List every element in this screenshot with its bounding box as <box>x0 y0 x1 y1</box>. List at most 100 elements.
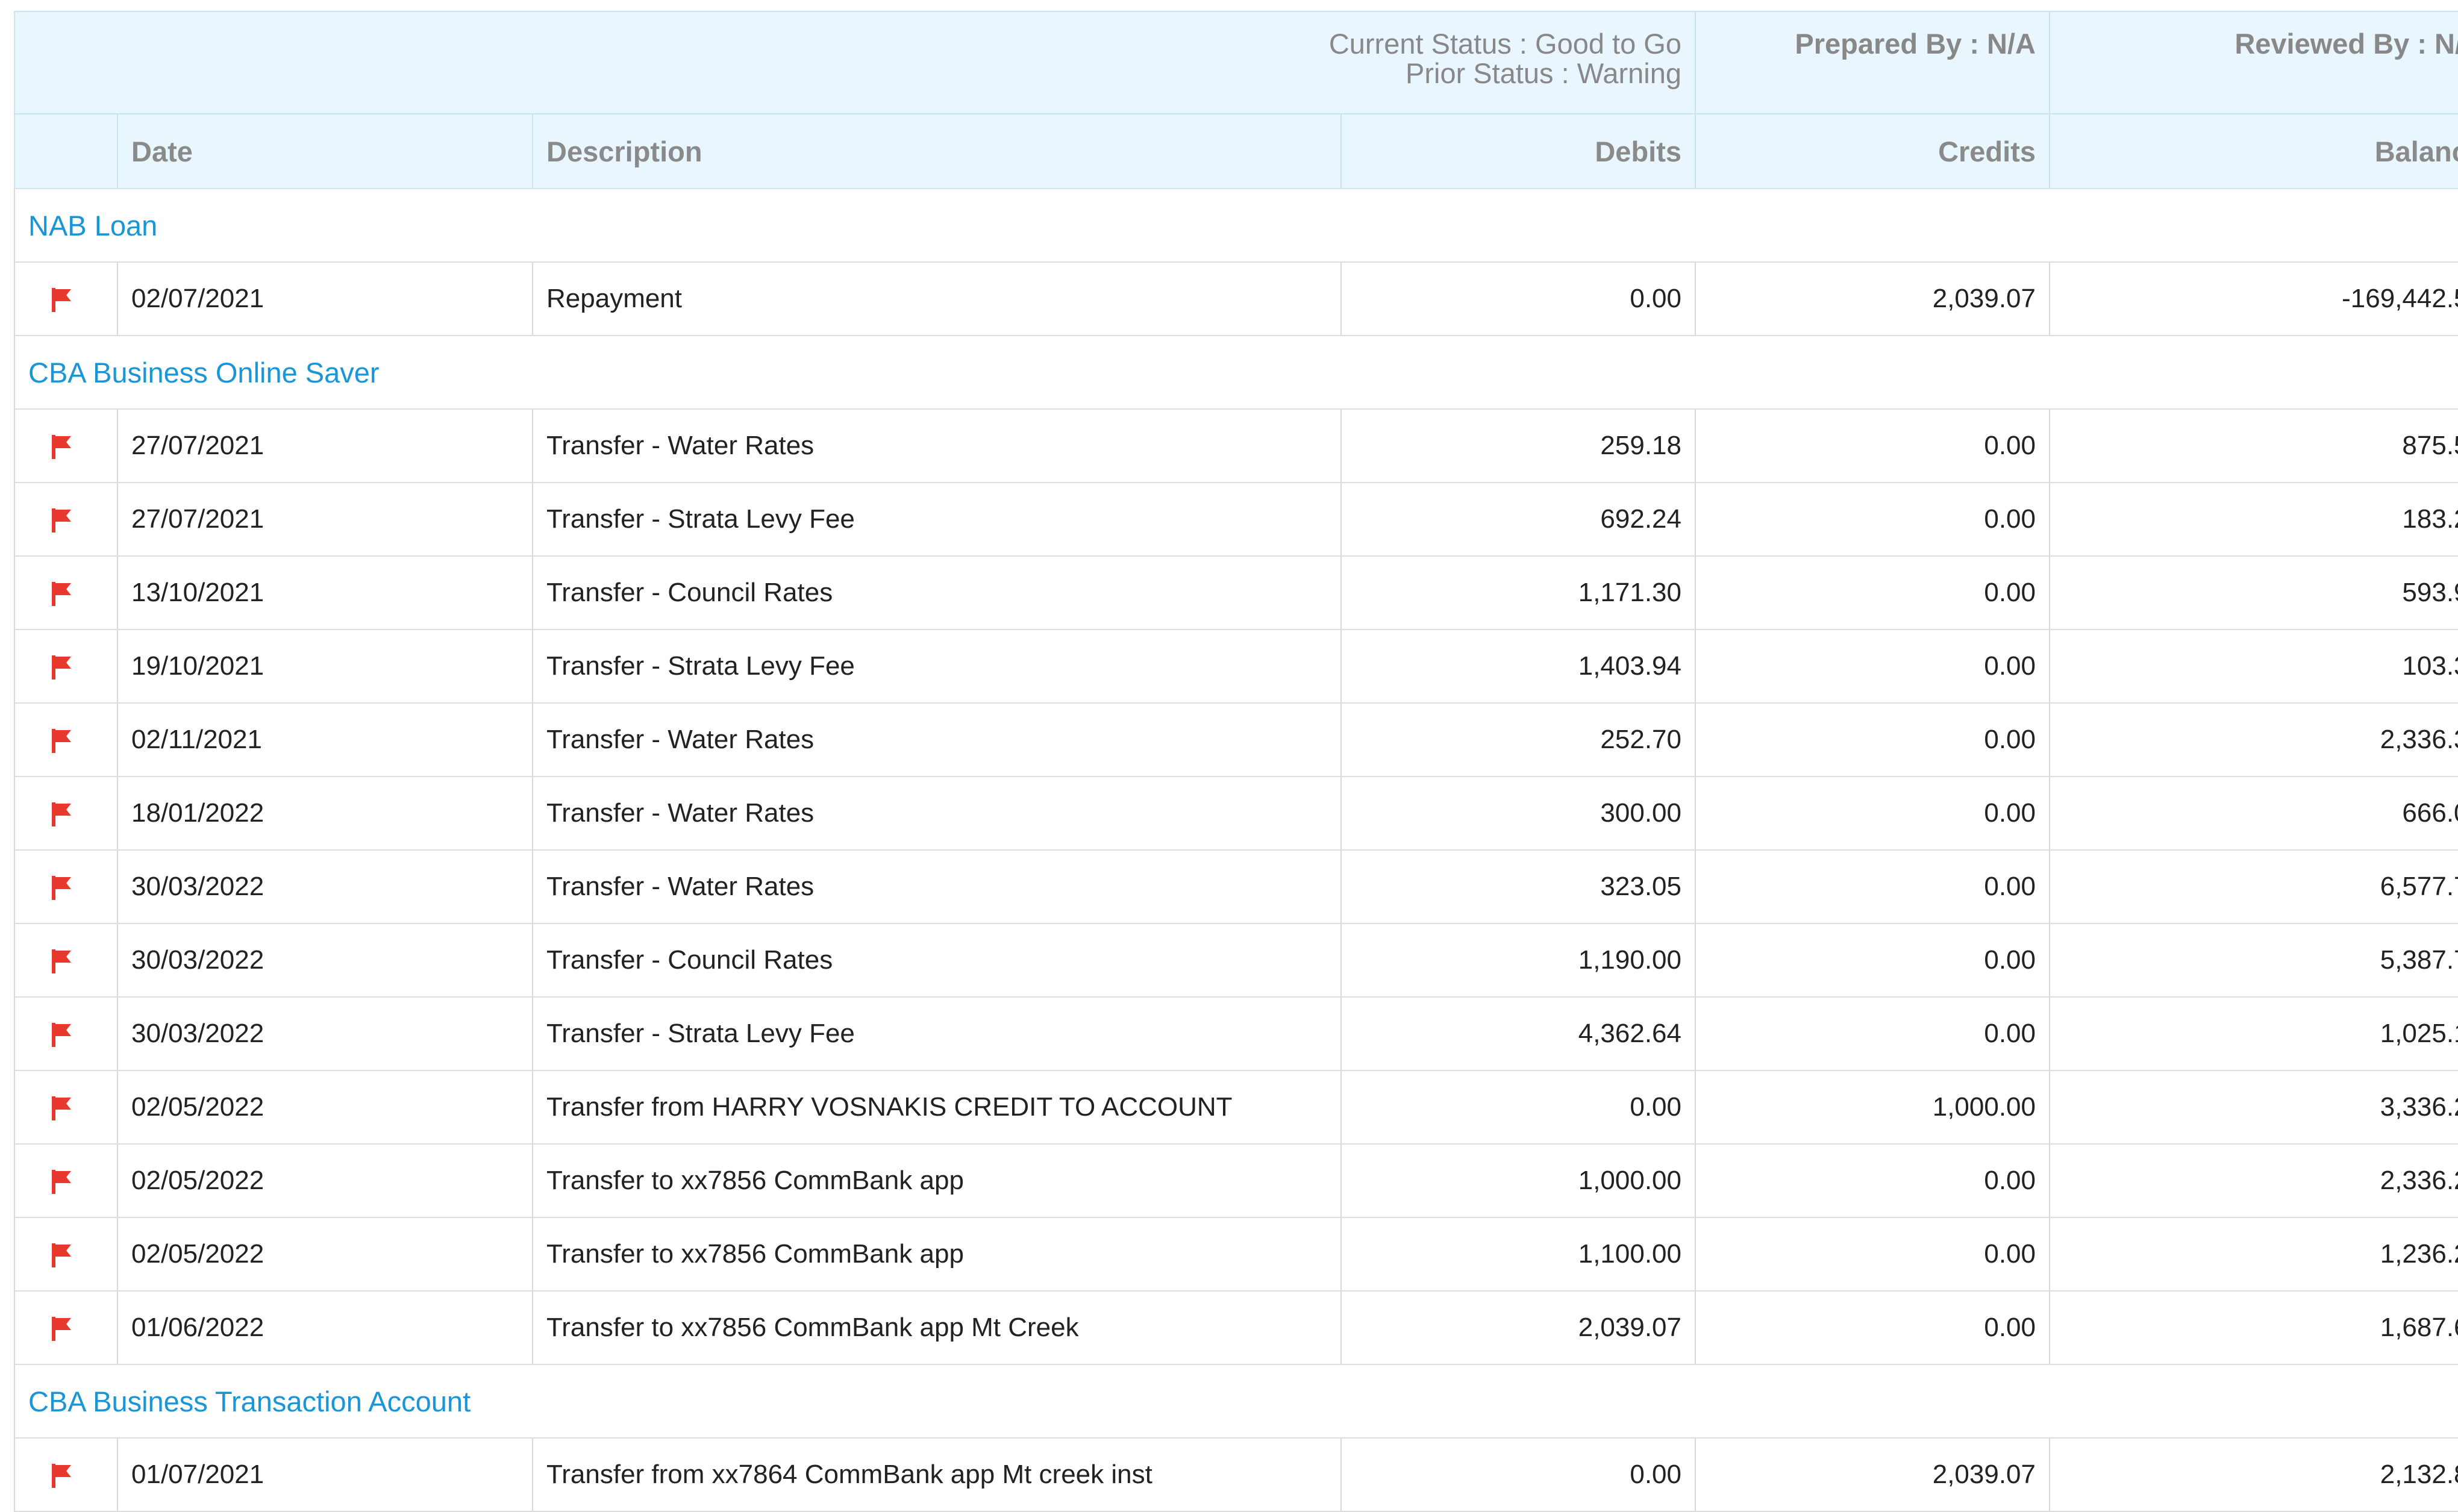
flag-icon[interactable] <box>49 948 73 975</box>
flag-icon[interactable] <box>49 1095 73 1122</box>
flag-icon[interactable] <box>49 507 73 534</box>
description-cell: Transfer - Council Rates <box>532 923 1341 998</box>
transactions-body: NAB Loan 02/07/2021 Repayment 0.00 2,039.07-… <box>14 189 2458 1512</box>
date-cell: 27/07/2021 <box>117 483 533 557</box>
credits-cell: 0.00 <box>1695 483 2050 557</box>
flag-icon[interactable] <box>49 801 73 828</box>
date-cell: 02/05/2022 <box>117 1217 533 1292</box>
date-cell: 27/07/2021 <box>117 409 533 483</box>
current-status: Current Status : Good to Go <box>1328 28 1681 60</box>
credits-cell: 1,000.00 <box>1695 1070 2050 1145</box>
debits-cell: 323.05 <box>1340 850 1695 924</box>
flag-icon[interactable] <box>49 287 73 313</box>
description-cell: Transfer - Strata Levy Fee <box>532 483 1341 557</box>
flag-icon[interactable] <box>49 654 73 681</box>
transaction-row[interactable]: 27/07/2021 Transfer - Water Rates 259.18 0.… <box>14 409 2458 483</box>
credits-cell: 0.00 <box>1695 850 2050 924</box>
balance-cell: 875.52 <box>2049 409 2458 483</box>
account-group-link[interactable]: NAB Loan <box>14 189 2458 263</box>
column-header-credits[interactable]: Credits <box>1695 114 2050 189</box>
credits-cell: 0.00 <box>1695 703 2050 777</box>
flag-cell[interactable] <box>14 556 117 630</box>
flag-icon[interactable] <box>49 434 73 460</box>
credits-cell: 0.00 <box>1695 997 2050 1071</box>
description-cell: Repayment <box>532 262 1341 336</box>
transaction-row[interactable]: 30/03/2022 Transfer - Strata Levy Fee 4,36… <box>14 997 2458 1071</box>
flag-cell[interactable] <box>14 483 117 557</box>
transactions-table: Current Status : Good to Go Prior Status… <box>14 11 2458 1512</box>
flag-icon[interactable] <box>49 1463 73 1489</box>
date-cell: 01/07/2021 <box>117 1438 533 1512</box>
flag-cell[interactable] <box>14 776 117 851</box>
column-header-debits[interactable]: Debits <box>1340 114 1695 189</box>
debits-cell: 259.18 <box>1340 409 1695 483</box>
flag-icon[interactable] <box>49 1316 73 1342</box>
flag-cell[interactable] <box>14 1291 117 1365</box>
prior-status: Prior Status : Warning <box>1406 57 1681 89</box>
flag-cell[interactable] <box>14 1070 117 1145</box>
credits-cell: 0.00 <box>1695 1291 2050 1365</box>
column-header-row: Date Description Debits Credits Balance <box>14 114 2458 189</box>
date-cell: 02/07/2021 <box>117 262 533 336</box>
date-cell: 18/01/2022 <box>117 776 533 851</box>
transaction-row[interactable]: 02/07/2021 Repayment 0.00 2,039.07 -169,442.… <box>14 262 2458 336</box>
flag-cell[interactable] <box>14 1144 117 1218</box>
balance-cell: -169,442.58 <box>2049 262 2458 336</box>
description-cell: Transfer to xx7856 CommBank app <box>532 1217 1341 1292</box>
transaction-row[interactable]: 30/03/2022 Transfer - Council Rates 1,190.… <box>14 923 2458 998</box>
account-group-row: NAB Loan <box>14 189 2458 263</box>
flag-cell[interactable] <box>14 409 117 483</box>
account-group-row: CBA Business Online Saver <box>14 336 2458 410</box>
description-cell: Transfer - Water Rates <box>532 776 1341 851</box>
column-header-date[interactable]: Date <box>117 114 533 189</box>
flag-cell[interactable] <box>14 850 117 924</box>
debits-cell: 1,100.00 <box>1340 1217 1695 1292</box>
flag-icon[interactable] <box>49 1242 73 1269</box>
transaction-row[interactable]: 19/10/2021 Transfer - Strata Levy Fee 1,40… <box>14 629 2458 704</box>
transaction-row[interactable]: 02/05/2022 Transfer to xx7856 CommBank ap… <box>14 1144 2458 1218</box>
flag-icon[interactable] <box>49 1169 73 1195</box>
flag-icon[interactable] <box>49 1022 73 1048</box>
balance-cell: 1,025.14 <box>2049 997 2458 1071</box>
balance-cell: 2,336.28 <box>2049 1144 2458 1218</box>
date-cell: 19/10/2021 <box>117 629 533 704</box>
transaction-row[interactable]: 27/07/2021 Transfer - Strata Levy Fee 692.… <box>14 483 2458 557</box>
debits-cell: 1,190.00 <box>1340 923 1695 998</box>
flag-icon[interactable] <box>49 581 73 607</box>
transaction-row[interactable]: 02/05/2022 Transfer from HARRY VOSNAKIS C… <box>14 1070 2458 1145</box>
balance-cell: 6,577.78 <box>2049 850 2458 924</box>
transaction-row[interactable]: 13/10/2021 Transfer - Council Rates 1,171.… <box>14 556 2458 630</box>
date-cell: 02/05/2022 <box>117 1070 533 1145</box>
transaction-row[interactable]: 01/06/2022 Transfer to xx7856 CommBank ap… <box>14 1291 2458 1365</box>
description-cell: Transfer - Water Rates <box>532 850 1341 924</box>
transaction-row[interactable]: 18/01/2022 Transfer - Water Rates 300.00 0.… <box>14 776 2458 851</box>
flag-cell[interactable] <box>14 997 117 1071</box>
flag-icon[interactable] <box>49 875 73 901</box>
transaction-row[interactable]: 01/07/2021 Transfer from xx7864 CommBank … <box>14 1438 2458 1512</box>
flag-cell[interactable] <box>14 703 117 777</box>
transaction-row[interactable]: 02/05/2022 Transfer to xx7856 CommBank ap… <box>14 1217 2458 1292</box>
description-cell: Transfer - Council Rates <box>532 556 1341 630</box>
column-header-description[interactable]: Description <box>532 114 1341 189</box>
balance-cell: 103.39 <box>2049 629 2458 704</box>
flag-icon[interactable] <box>49 728 73 754</box>
balance-cell: 3,336.28 <box>2049 1070 2458 1145</box>
balance-cell: 593.96 <box>2049 556 2458 630</box>
prepared-by: Prepared By : N/A <box>1695 11 2050 114</box>
debits-cell: 692.24 <box>1340 483 1695 557</box>
debits-cell: 1,403.94 <box>1340 629 1695 704</box>
date-cell: 13/10/2021 <box>117 556 533 630</box>
debits-cell: 2,039.07 <box>1340 1291 1695 1365</box>
flag-cell[interactable] <box>14 1438 117 1512</box>
flag-cell[interactable] <box>14 262 117 336</box>
column-header-balance[interactable]: Balance <box>2049 114 2458 189</box>
debits-cell: 1,000.00 <box>1340 1144 1695 1218</box>
flag-cell[interactable] <box>14 1217 117 1292</box>
transaction-row[interactable]: 02/11/2021 Transfer - Water Rates 252.70 0.… <box>14 703 2458 777</box>
account-group-link[interactable]: CBA Business Online Saver <box>14 336 2458 410</box>
transaction-row[interactable]: 30/03/2022 Transfer - Water Rates 323.05 0.… <box>14 850 2458 924</box>
account-group-link[interactable]: CBA Business Transaction Account <box>14 1364 2458 1439</box>
balance-cell: 2,336.39 <box>2049 703 2458 777</box>
flag-cell[interactable] <box>14 923 117 998</box>
flag-cell[interactable] <box>14 629 117 704</box>
